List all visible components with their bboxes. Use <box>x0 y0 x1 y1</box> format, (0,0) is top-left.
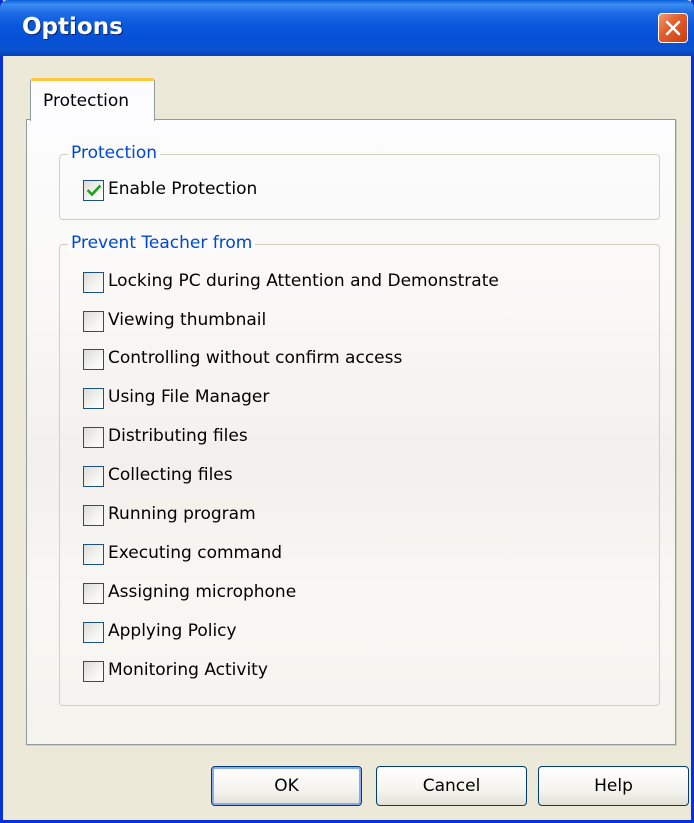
window-title: Options <box>22 14 123 40</box>
title-bar[interactable]: Options <box>0 0 694 56</box>
checkbox-label: Monitoring Activity <box>108 660 268 680</box>
checkbox-label: Applying Policy <box>108 621 237 641</box>
checkbox[interactable] <box>83 661 104 682</box>
checkbox-label: Running program <box>108 504 256 524</box>
checkbox[interactable] <box>83 180 104 201</box>
checkbox-label: Using File Manager <box>108 387 270 407</box>
protection-group-label: Protection <box>68 142 161 164</box>
close-button[interactable] <box>658 13 688 43</box>
checkbox-label: Collecting files <box>108 465 233 485</box>
checkbox[interactable] <box>83 466 104 487</box>
ok-button[interactable]: OK <box>211 766 362 806</box>
checkbox-label: Viewing thumbnail <box>108 310 267 330</box>
checkbox[interactable] <box>83 622 104 643</box>
checkbox-label: Controlling without confirm access <box>108 348 403 368</box>
checkbox-label: Assigning microphone <box>108 582 297 602</box>
checkbox[interactable] <box>83 388 104 409</box>
help-button[interactable]: Help <box>538 766 689 806</box>
checkbox[interactable] <box>83 349 104 370</box>
close-icon <box>665 20 681 36</box>
prevent-group-label: Prevent Teacher from <box>68 232 256 254</box>
checkbox[interactable] <box>83 427 104 448</box>
cancel-button[interactable]: Cancel <box>376 766 527 806</box>
checkbox[interactable] <box>83 311 104 332</box>
checkbox-label: Distributing files <box>108 426 248 446</box>
checkbox[interactable] <box>83 272 104 293</box>
checkbox-label: Executing command <box>108 543 283 563</box>
check-mark-icon <box>86 184 102 197</box>
checkbox-label: Locking PC during Attention and Demonstr… <box>108 271 499 291</box>
enable-protection-label: Enable Protection <box>108 179 258 199</box>
checkbox[interactable] <box>83 583 104 604</box>
checkbox[interactable] <box>83 544 104 565</box>
checkbox[interactable] <box>83 505 104 526</box>
tab-label: Protection <box>43 91 130 111</box>
tab-protection[interactable]: Protection <box>30 78 155 121</box>
options-dialog: Options Protection Protection Enable Pro… <box>0 0 694 823</box>
